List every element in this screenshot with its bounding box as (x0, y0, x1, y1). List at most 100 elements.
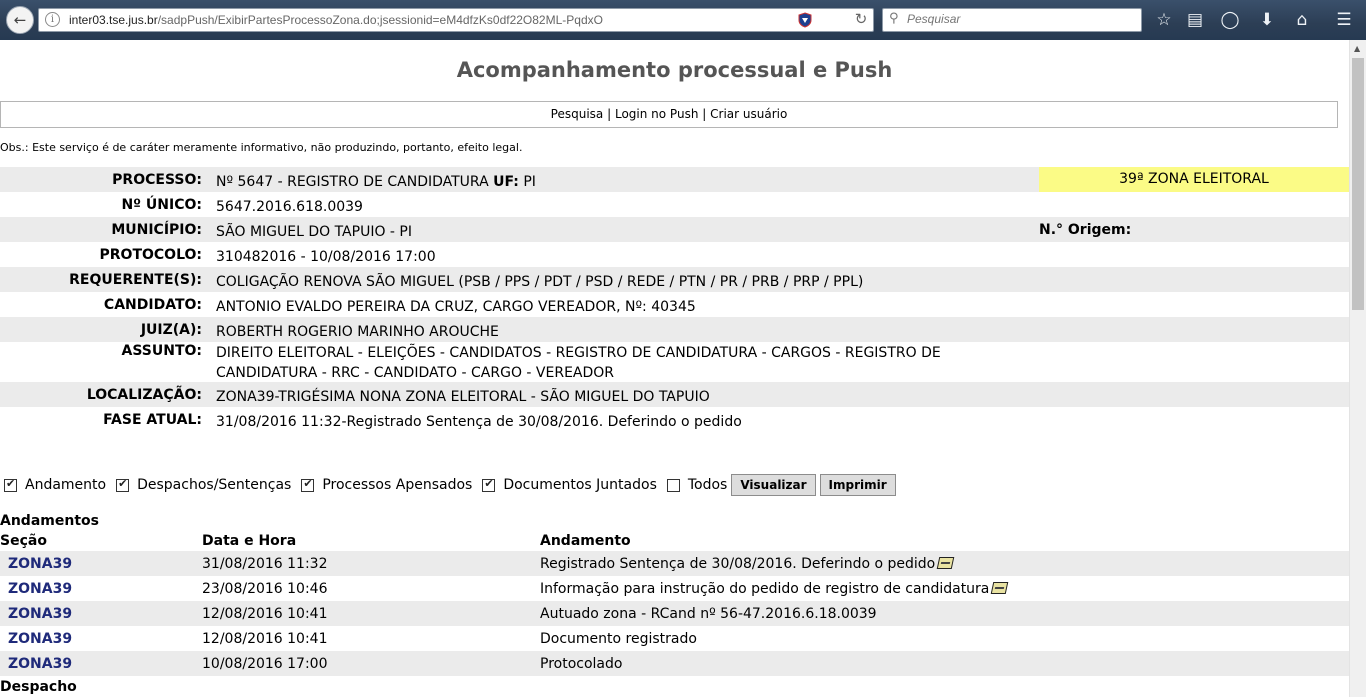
document-icon[interactable] (991, 582, 1009, 594)
data-hora: 31/08/2016 11:32 (202, 556, 328, 572)
table-row: ZONA39 12/08/2016 10:41 Autuado zona - R… (0, 601, 1349, 626)
zona-badge: 39ª ZONA ELEITORAL (1039, 167, 1349, 192)
andamento-cell: Informação para instrução do pedido de r… (540, 581, 1009, 597)
andamento-checkbox-label: Andamento (25, 477, 107, 493)
info-row-localizacao: LOCALIZAÇÃO: ZONA39-TRIGÉSIMA NONA ZONA … (0, 382, 1349, 407)
data-hora: 12/08/2016 10:41 (202, 631, 328, 647)
secao-link[interactable]: ZONA39 (8, 581, 72, 597)
andamentos-table-header: Seção Data e Hora Andamento (0, 533, 1349, 551)
municipio-label: MUNICÍPIO: (111, 222, 202, 238)
todos-checkbox[interactable] (666, 478, 680, 492)
andamento-text: Informação para instrução do pedido de r… (540, 581, 990, 597)
nav-links: Pesquisa | Login no Push | Criar usuário (0, 101, 1338, 128)
info-row-protocolo: PROTOCOLO: 310482016 - 10/08/2016 17:00 (0, 242, 1349, 267)
secao-link[interactable]: ZONA39 (8, 606, 72, 622)
candidato-value: ANTONIO EVALDO PEREIRA DA CRUZ, CARGO VE… (216, 299, 696, 315)
info-row-municipio: MUNICÍPIO: SÃO MIGUEL DO TAPUIO - PI N.°… (0, 217, 1349, 242)
andamentos-title: Andamentos (0, 513, 99, 529)
url-text: inter03.tse.jus.br/sadpPush/ExibirPartes… (69, 13, 603, 27)
andamento-text: Protocolado (540, 656, 623, 672)
numero-unico-label: Nº ÚNICO: (121, 197, 202, 213)
data-hora: 23/08/2016 10:46 (202, 581, 328, 597)
page-title: Acompanhamento processual e Push (456, 58, 893, 82)
reading-list-icon[interactable]: ▤ (1184, 9, 1206, 31)
header-data-hora: Data e Hora (202, 533, 297, 549)
numero-unico-value: 5647.2016.618.0039 (216, 199, 363, 215)
login-push-link[interactable]: Login no Push (615, 107, 698, 121)
address-bar[interactable]: i inter03.tse.jus.br/sadpPush/ExibirPart… (38, 8, 874, 32)
juiz-label: JUIZ(A): (140, 322, 202, 338)
separator: | (702, 107, 707, 121)
shield-icon[interactable] (797, 12, 813, 28)
criar-usuario-link[interactable]: Criar usuário (710, 107, 787, 121)
andamento-checkbox[interactable] (4, 477, 17, 492)
localizacao-value: ZONA39-TRIGÉSIMA NONA ZONA ELEITORAL - S… (216, 389, 710, 405)
filter-bar: Andamento Despachos/Sentenças Processos … (4, 473, 900, 497)
process-info: PROCESSO: Nº 5647 - REGISTRO DE CANDIDAT… (0, 167, 1349, 432)
info-row-assunto: ASSUNTO: DIREITO ELEITORAL - ELEIÇÕES - … (0, 342, 1349, 382)
origem-label: N.° Origem: (1039, 222, 1132, 238)
separator: | (607, 107, 612, 121)
browser-toolbar: ← i inter03.tse.jus.br/sadpPush/ExibirPa… (0, 0, 1366, 40)
table-row: ZONA39 12/08/2016 10:41 Documento regist… (0, 626, 1349, 651)
disclaimer: Obs.: Este serviço é de caráter merament… (0, 141, 523, 154)
info-row-processo: PROCESSO: Nº 5647 - REGISTRO DE CANDIDAT… (0, 167, 1349, 192)
back-arrow-icon: ← (13, 11, 27, 29)
vertical-scrollbar[interactable]: ▲ (1349, 40, 1366, 697)
secao-link[interactable]: ZONA39 (8, 556, 72, 572)
menu-icon[interactable]: ☰ (1333, 9, 1355, 31)
data-hora: 10/08/2016 17:00 (202, 656, 328, 672)
site-info-icon[interactable]: i (45, 12, 60, 27)
search-box[interactable]: ⚲ (882, 8, 1142, 32)
assunto-value: DIREITO ELEITORAL - ELEIÇÕES - CANDIDATO… (216, 345, 941, 381)
home-icon[interactable]: ⌂ (1291, 9, 1313, 31)
localizacao-label: LOCALIZAÇÃO: (86, 387, 202, 403)
scrollbar-thumb[interactable] (1352, 58, 1364, 310)
pesquisa-link[interactable]: Pesquisa (551, 107, 604, 121)
protocolo-value: 310482016 - 10/08/2016 17:00 (216, 249, 436, 265)
pocket-icon[interactable]: ◯ (1219, 9, 1241, 31)
candidato-label: CANDIDATO: (103, 297, 202, 313)
andamento-text: Autuado zona - RCand nº 56-47.2016.6.18.… (540, 606, 877, 622)
visualizar-button[interactable]: Visualizar (731, 474, 816, 496)
info-row-requerentes: REQUERENTE(S): COLIGAÇÃO RENOVA SÃO MIGU… (0, 267, 1349, 292)
apensados-checkbox[interactable] (301, 477, 315, 492)
apensados-checkbox-label: Processos Apensados (322, 477, 473, 493)
andamento-text: Registrado Sentença de 30/08/2016. Defer… (540, 556, 936, 572)
todos-checkbox-label: Todos (687, 477, 728, 493)
secao-link[interactable]: ZONA39 (8, 656, 72, 672)
processo-label: PROCESSO: (112, 172, 202, 188)
download-icon[interactable]: ⬇ (1256, 9, 1278, 31)
imprimir-button[interactable]: Imprimir (819, 474, 896, 496)
scroll-up-icon[interactable]: ▲ (1354, 44, 1360, 53)
juiz-value: ROBERTH ROGERIO MARINHO AROUCHE (216, 324, 499, 340)
info-row-numero-unico: Nº ÚNICO: 5647.2016.618.0039 (0, 192, 1349, 217)
requerentes-value: COLIGAÇÃO RENOVA SÃO MIGUEL (PSB / PPS /… (216, 274, 864, 290)
despacho-title: Despacho (0, 679, 77, 695)
despachos-checkbox[interactable] (116, 477, 130, 492)
processo-value: Nº 5647 - REGISTRO DE CANDIDATURA UF: PI (216, 174, 536, 190)
municipio-value: SÃO MIGUEL DO TAPUIO - PI (216, 224, 412, 240)
table-row: ZONA39 10/08/2016 17:00 Protocolado (0, 651, 1349, 676)
search-icon: ⚲ (889, 11, 899, 26)
back-button[interactable]: ← (6, 6, 34, 34)
search-input[interactable] (907, 12, 1127, 26)
bookmark-star-icon[interactable]: ☆ (1153, 9, 1175, 31)
header-secao: Seção (0, 533, 47, 549)
documentos-checkbox-label: Documentos Juntados (503, 477, 657, 493)
andamento-text: Documento registrado (540, 631, 697, 647)
despachos-checkbox-label: Despachos/Sentenças (137, 477, 292, 493)
table-row: ZONA39 23/08/2016 10:46 Informação para … (0, 576, 1349, 601)
info-row-candidato: CANDIDATO: ANTONIO EVALDO PEREIRA DA CRU… (0, 292, 1349, 317)
info-row-juiz: JUIZ(A): ROBERTH ROGERIO MARINHO AROUCHE (0, 317, 1349, 342)
fase-label: FASE ATUAL: (103, 412, 202, 428)
reload-icon[interactable]: ↻ (851, 10, 871, 30)
andamento-cell: Registrado Sentença de 30/08/2016. Defer… (540, 556, 955, 572)
fase-value: 31/08/2016 11:32-Registrado Sentença de … (216, 414, 742, 430)
protocolo-label: PROTOCOLO: (99, 247, 203, 263)
document-icon[interactable] (936, 557, 955, 569)
secao-link[interactable]: ZONA39 (8, 631, 72, 647)
andamentos-table: ZONA39 31/08/2016 11:32 Registrado Sente… (0, 551, 1349, 676)
page-content: Acompanhamento processual e Push Pesquis… (0, 40, 1349, 697)
documentos-checkbox[interactable] (482, 477, 496, 492)
